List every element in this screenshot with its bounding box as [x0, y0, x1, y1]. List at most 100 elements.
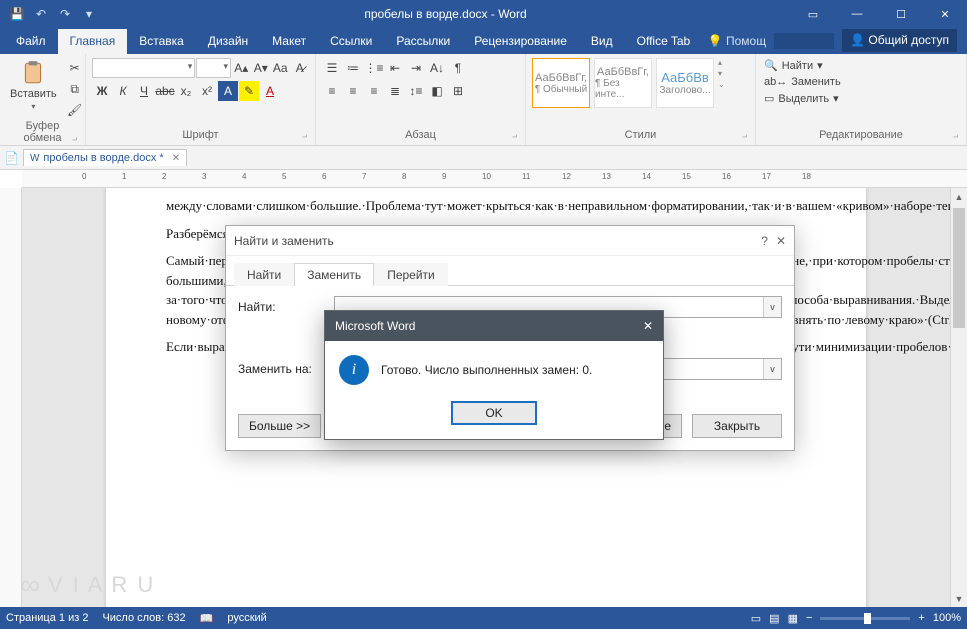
account-pill[interactable]	[774, 33, 834, 49]
subscript-button[interactable]: x₂	[176, 81, 196, 101]
tab-file[interactable]: Файл	[4, 29, 58, 54]
highlight-button[interactable]: ✎	[239, 81, 259, 101]
paste-button[interactable]: Вставить ▾	[6, 58, 61, 113]
superscript-button[interactable]: x²	[197, 81, 217, 101]
styles-more-icon[interactable]: ⌄	[718, 80, 725, 89]
text-effects-button[interactable]: A	[218, 81, 238, 101]
cut-icon[interactable]: ✂	[65, 58, 85, 78]
ribbon-options-icon[interactable]: ▭	[791, 0, 835, 28]
message-title: Microsoft Word	[335, 319, 415, 333]
copy-icon[interactable]: ⧉	[65, 79, 85, 99]
increase-indent-button[interactable]: ⇥	[406, 58, 426, 78]
align-center-button[interactable]: ≡	[343, 81, 363, 101]
zoom-slider[interactable]	[820, 617, 910, 620]
sort-button[interactable]: A↓	[427, 58, 447, 78]
undo-icon[interactable]: ↶	[30, 3, 52, 25]
replace-button[interactable]: ab↔Заменить	[762, 75, 960, 89]
dialog-titlebar[interactable]: Найти и заменить ? ✕	[226, 226, 794, 256]
vertical-scrollbar[interactable]: ▲ ▼	[950, 188, 967, 607]
message-titlebar[interactable]: Microsoft Word ✕	[325, 311, 663, 341]
dlg-tab-replace[interactable]: Заменить	[294, 263, 374, 286]
view-read-icon[interactable]: ▭	[751, 612, 761, 625]
dlg-tab-goto[interactable]: Перейти	[374, 263, 448, 286]
tab-insert[interactable]: Вставка	[127, 29, 196, 54]
close-button[interactable]: ✕	[923, 0, 967, 28]
zoom-in-icon[interactable]: +	[918, 612, 924, 624]
save-icon[interactable]: 💾	[6, 3, 28, 25]
styles-down-icon[interactable]: ▾	[718, 69, 725, 78]
italic-button[interactable]: К	[113, 81, 133, 101]
tab-references[interactable]: Ссылки	[318, 29, 384, 54]
change-case-icon[interactable]: Aa	[271, 58, 290, 78]
font-family-combo[interactable]	[92, 58, 195, 78]
select-button[interactable]: ▭Выделить ▾	[762, 91, 960, 106]
justify-button[interactable]: ≣	[385, 81, 405, 101]
message-close-icon[interactable]: ✕	[643, 319, 653, 333]
decrease-indent-button[interactable]: ⇤	[385, 58, 405, 78]
vertical-ruler[interactable]	[0, 188, 22, 607]
qat-more-icon[interactable]: ▾	[78, 3, 100, 25]
line-spacing-button[interactable]: ↕≡	[406, 81, 426, 101]
tab-review[interactable]: Рецензирование	[462, 29, 579, 54]
status-language[interactable]: русский	[227, 612, 266, 624]
close-dialog-button[interactable]: Закрыть	[692, 414, 782, 438]
find-button[interactable]: 🔍Найти ▾	[762, 58, 960, 73]
strikethrough-button[interactable]: abc	[155, 81, 175, 101]
grow-font-icon[interactable]: A▴	[232, 58, 251, 78]
borders-button[interactable]: ⊞	[448, 81, 468, 101]
status-words[interactable]: Число слов: 632	[102, 612, 185, 624]
scroll-down-icon[interactable]: ▼	[951, 590, 967, 607]
chevron-down-icon[interactable]: v	[763, 297, 781, 317]
more-button[interactable]: Больше >>	[238, 414, 321, 438]
shading-button[interactable]: ◧	[427, 81, 447, 101]
scroll-up-icon[interactable]: ▲	[951, 188, 967, 205]
tab-officetab[interactable]: Office Tab	[625, 29, 703, 54]
window-title: пробелы в ворде.docx - Word	[100, 7, 791, 21]
group-label-styles: Стили	[532, 129, 749, 143]
status-page[interactable]: Страница 1 из 2	[6, 612, 88, 624]
tab-layout[interactable]: Макет	[260, 29, 318, 54]
minimize-button[interactable]: —	[835, 0, 879, 28]
redo-icon[interactable]: ↷	[54, 3, 76, 25]
style-nospacing[interactable]: АаБбВвГг, ¶ Без инте...	[594, 58, 652, 108]
tab-mailings[interactable]: Рассылки	[384, 29, 462, 54]
close-tab-icon[interactable]: ✕	[172, 153, 180, 164]
tab-design[interactable]: Дизайн	[196, 29, 260, 54]
view-web-icon[interactable]: ▦	[788, 612, 798, 625]
style-heading1[interactable]: АаБбВв Заголово...	[656, 58, 714, 108]
maximize-button[interactable]: ☐	[879, 0, 923, 28]
show-marks-button[interactable]: ¶	[448, 58, 468, 78]
document-tab[interactable]: W пробелы в ворде.docx * ✕	[23, 149, 187, 166]
shrink-font-icon[interactable]: A▾	[252, 58, 271, 78]
multilevel-button[interactable]: ⋮≡	[364, 58, 384, 78]
bold-button[interactable]: Ж	[92, 81, 112, 101]
ok-button[interactable]: OK	[451, 401, 537, 425]
dlg-tab-find[interactable]: Найти	[234, 263, 294, 286]
font-color-button[interactable]: A	[260, 81, 280, 101]
tab-view[interactable]: Вид	[579, 29, 625, 54]
styles-up-icon[interactable]: ▴	[718, 58, 725, 67]
dialog-help-icon[interactable]: ?	[761, 234, 768, 248]
horizontal-ruler[interactable]: 0123456789101112131415161718	[22, 170, 967, 188]
align-left-button[interactable]: ≡	[322, 81, 342, 101]
title-bar: 💾 ↶ ↷ ▾ пробелы в ворде.docx - Word ▭ — …	[0, 0, 967, 28]
tell-me[interactable]: 💡 Помощ	[708, 34, 766, 48]
style-normal[interactable]: АаБбВвГг, ¶ Обычный	[532, 58, 590, 108]
zoom-level[interactable]: 100%	[933, 612, 961, 624]
scroll-thumb[interactable]	[953, 208, 965, 328]
zoom-out-icon[interactable]: −	[806, 612, 812, 624]
tab-home[interactable]: Главная	[58, 29, 128, 54]
font-size-combo[interactable]	[196, 58, 231, 78]
underline-button[interactable]: Ч	[134, 81, 154, 101]
status-proofing-icon[interactable]: 📖	[200, 612, 214, 625]
clear-format-icon[interactable]: A̷	[291, 58, 310, 78]
dialog-close-icon[interactable]: ✕	[776, 234, 786, 248]
view-print-icon[interactable]: ▤	[769, 612, 779, 625]
chevron-down-icon[interactable]: v	[763, 359, 781, 379]
numbering-button[interactable]: ≔	[343, 58, 363, 78]
paragraph[interactable]: между·словами·слишком·большие.·Проблема·…	[166, 196, 826, 216]
share-button[interactable]: 👤 Общий доступ	[842, 29, 957, 52]
format-painter-icon[interactable]: 🖌	[65, 100, 85, 120]
align-right-button[interactable]: ≡	[364, 81, 384, 101]
bullets-button[interactable]: ☰	[322, 58, 342, 78]
